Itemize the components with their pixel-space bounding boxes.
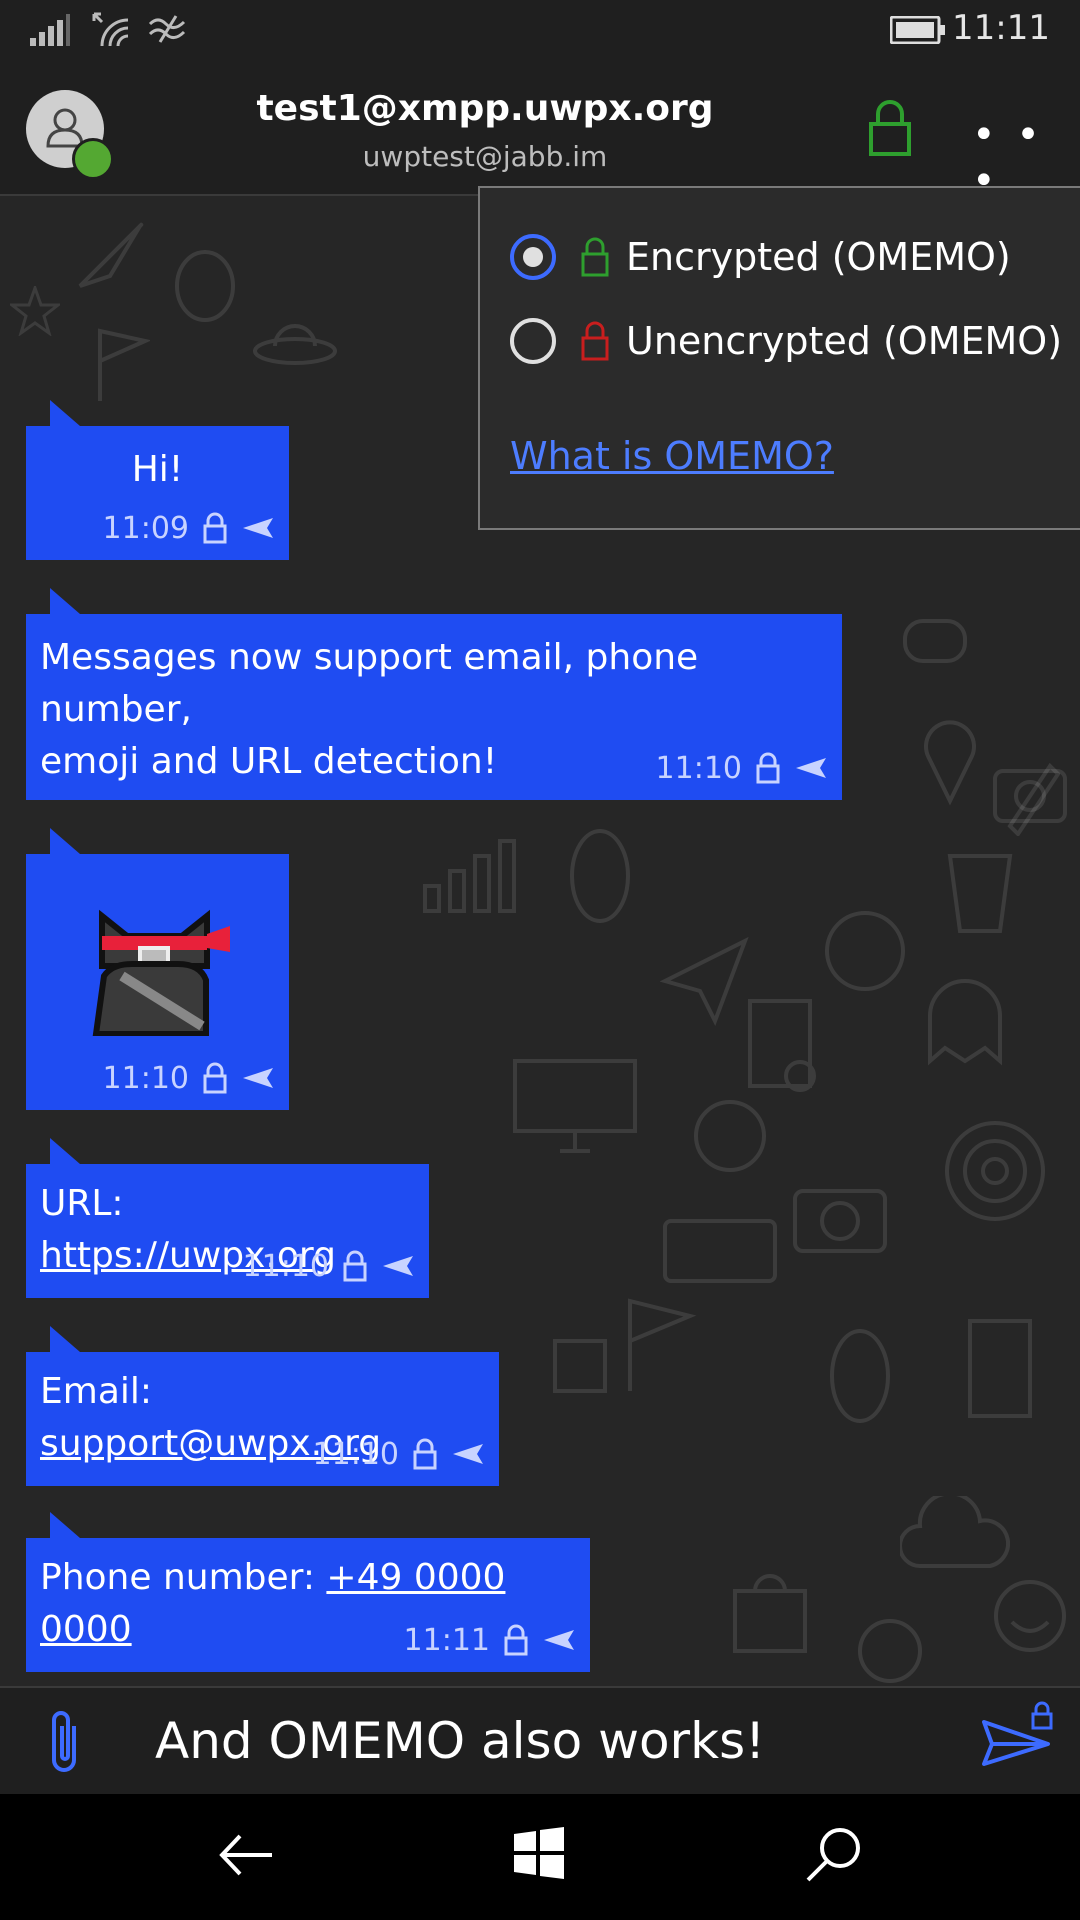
message-meta: 11:10 bbox=[243, 1246, 415, 1286]
message-meta: 11:11 bbox=[404, 1620, 576, 1660]
signal-icon bbox=[30, 14, 70, 46]
ufo-doodle-icon bbox=[253, 324, 337, 365]
option-label: Encrypted (OMEMO) bbox=[626, 235, 1011, 279]
message-time: 11:10 bbox=[655, 750, 742, 786]
message-meta: 11:09 bbox=[103, 508, 275, 548]
windows-start-icon[interactable] bbox=[512, 1826, 566, 1880]
message-time: 11:10 bbox=[102, 1060, 189, 1096]
clock: 11:11 bbox=[952, 8, 1050, 48]
cloud-doodle-icon bbox=[900, 1496, 1010, 1568]
status-bar: 11:11 bbox=[0, 0, 1080, 60]
attachment-icon[interactable] bbox=[44, 1708, 84, 1776]
option-label: Unencrypted (OMEMO) bbox=[626, 319, 1063, 363]
penguin-doodle-icon bbox=[570, 829, 630, 923]
sent-icon bbox=[383, 1256, 413, 1276]
certificate-doodle-icon bbox=[748, 999, 816, 1092]
mustache-face-doodle-icon bbox=[694, 1100, 766, 1172]
message-bubble[interactable]: Messages now support email, phone number… bbox=[26, 588, 842, 800]
lock-icon bbox=[581, 237, 609, 277]
message-bubble[interactable]: Hi! 11:09 bbox=[26, 400, 289, 560]
message-bubble[interactable]: Email: support@uwpx.org 11:10 bbox=[26, 1326, 499, 1486]
alien-doodle-icon bbox=[175, 250, 235, 322]
chat-header: test1@xmpp.uwpx.org uwptest@jabb.im • • … bbox=[0, 60, 1080, 204]
message-prefix: Email: bbox=[40, 1371, 153, 1412]
lock-icon bbox=[203, 1062, 227, 1094]
star-doodle-icon bbox=[10, 286, 60, 336]
keyboard-doodle-icon bbox=[663, 1219, 777, 1283]
bars-doodle-icon bbox=[423, 839, 516, 913]
encryption-menu: Encrypted (OMEMO) Unencrypted (OMEMO) Wh… bbox=[478, 186, 1080, 530]
message-time: 11:09 bbox=[102, 510, 189, 546]
cup-doodle-icon bbox=[947, 854, 1013, 933]
volleyball-doodle-icon bbox=[825, 911, 905, 991]
ghost-doodle-icon bbox=[928, 979, 1002, 1066]
message-bubble[interactable]: URL: https://uwpx.org 11:10 bbox=[26, 1138, 429, 1298]
sent-icon bbox=[453, 1444, 483, 1464]
camera2-doodle-icon bbox=[793, 1189, 887, 1253]
lock-icon bbox=[756, 752, 780, 784]
send-icon[interactable] bbox=[980, 1718, 1052, 1768]
chip-doodle-icon bbox=[553, 1339, 607, 1393]
message-bubble[interactable]: 11:10 bbox=[26, 828, 289, 1110]
message-text-line: Messages now support email, phone number… bbox=[40, 637, 699, 730]
message-bubble[interactable]: Phone number: +49 0000 0000 11:11 bbox=[26, 1512, 590, 1672]
rocket-doodle-icon bbox=[78, 222, 144, 288]
message-text: Hi! bbox=[131, 449, 184, 490]
omemo-help-link[interactable]: What is OMEMO? bbox=[510, 434, 834, 478]
radio-button[interactable] bbox=[510, 318, 556, 364]
scroll-doodle-icon bbox=[968, 1319, 1032, 1418]
lock-icon bbox=[504, 1624, 528, 1656]
message-composer: And OMEMO also works! bbox=[0, 1686, 1080, 1796]
wifi-icon bbox=[92, 12, 129, 47]
navigation-bar bbox=[0, 1794, 1080, 1920]
chat-doodle-icon bbox=[903, 619, 967, 663]
message-time: 11:10 bbox=[312, 1436, 399, 1472]
store-doodle-icon bbox=[733, 1574, 807, 1653]
pin-doodle-icon bbox=[924, 720, 976, 806]
lock-icon[interactable] bbox=[868, 100, 912, 156]
unencrypted-option[interactable]: Unencrypted (OMEMO) bbox=[510, 318, 1062, 364]
battery-icon bbox=[890, 16, 945, 44]
chat-title[interactable]: test1@xmpp.uwpx.org bbox=[250, 88, 720, 129]
message-meta: 11:10 bbox=[103, 1058, 275, 1098]
sent-icon bbox=[243, 518, 273, 538]
volleyball2-doodle-icon bbox=[858, 1619, 922, 1683]
lock-icon bbox=[343, 1250, 367, 1282]
message-prefix: Phone number: bbox=[40, 1557, 327, 1598]
camera-doodle-icon bbox=[993, 769, 1067, 823]
flag2-doodle-icon bbox=[628, 1298, 697, 1391]
flag-doodle-icon bbox=[98, 328, 150, 401]
penguin2-doodle-icon bbox=[830, 1329, 890, 1423]
sent-icon bbox=[243, 1068, 273, 1088]
lock-icon bbox=[413, 1438, 437, 1470]
message-time: 11:10 bbox=[242, 1248, 329, 1284]
data-sense-icon bbox=[148, 15, 186, 43]
spiral-doodle-icon bbox=[945, 1121, 1045, 1221]
message-time: 11:11 bbox=[403, 1622, 490, 1658]
monitor-doodle-icon bbox=[513, 1059, 637, 1153]
sent-icon bbox=[796, 758, 826, 778]
presence-indicator bbox=[72, 138, 114, 180]
encrypted-option[interactable]: Encrypted (OMEMO) bbox=[510, 234, 1011, 280]
chat-subtitle: uwptest@jabb.im bbox=[362, 140, 608, 173]
smiley-doodle-icon bbox=[994, 1580, 1066, 1652]
message-meta: 11:10 bbox=[313, 1434, 485, 1474]
radio-button-selected[interactable] bbox=[510, 234, 556, 280]
sent-icon bbox=[544, 1630, 574, 1650]
paper-plane-doodle-icon bbox=[660, 936, 749, 1026]
lock-icon bbox=[581, 321, 609, 361]
back-arrow-icon[interactable] bbox=[218, 1830, 274, 1880]
search-icon[interactable] bbox=[804, 1826, 862, 1884]
message-meta: 11:10 bbox=[656, 748, 828, 788]
lock-icon bbox=[203, 512, 227, 544]
ninja-cat-emoji-icon bbox=[92, 909, 230, 1036]
message-input[interactable]: And OMEMO also works! bbox=[155, 1712, 765, 1770]
message-prefix: URL: bbox=[40, 1183, 124, 1224]
